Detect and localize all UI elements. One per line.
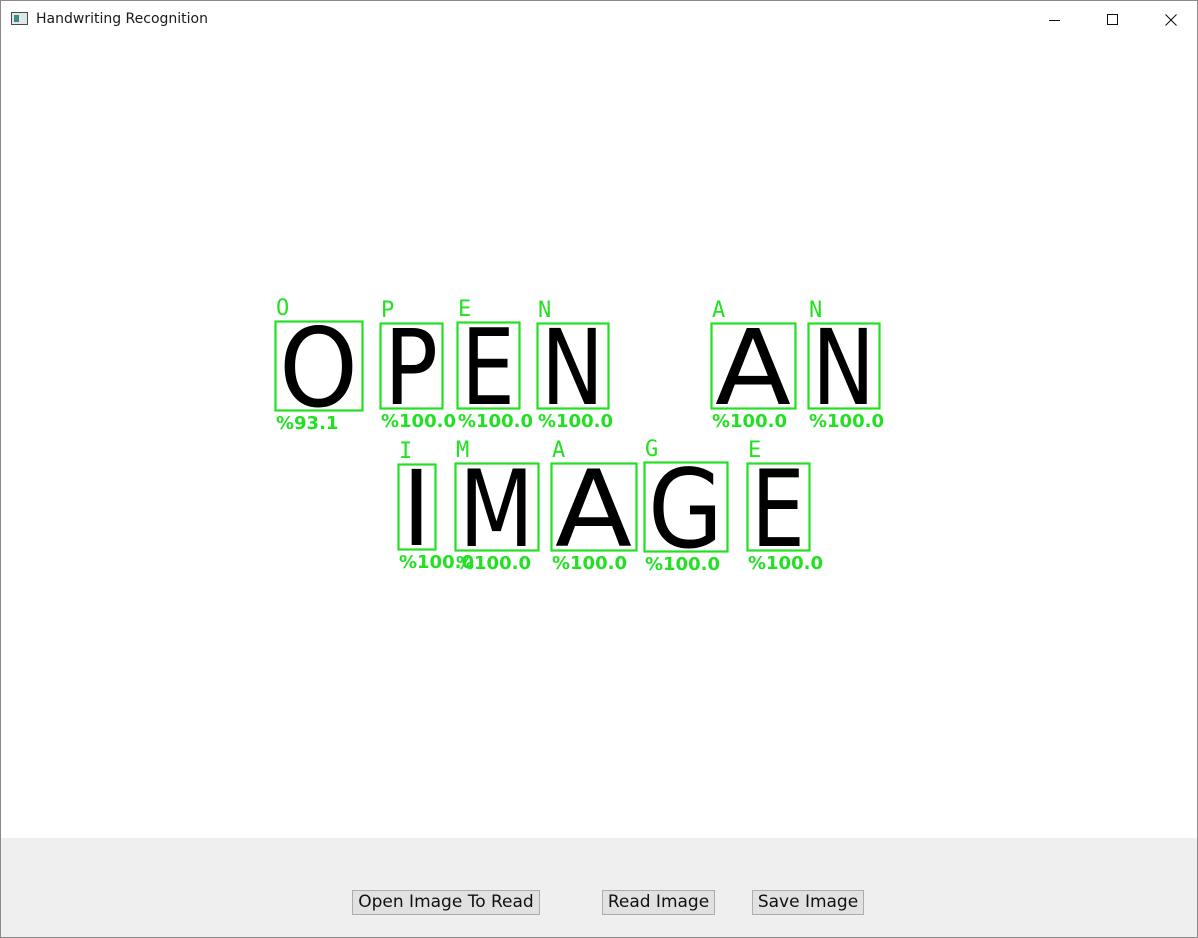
detected-letter: EE%100.0 xyxy=(746,438,823,574)
confidence-label: %100.0 xyxy=(809,411,884,432)
detected-letter: EE%100.0 xyxy=(456,297,533,432)
button-toolbar: Open Image To Read Read Image Save Image xyxy=(1,838,1197,937)
window-title: Handwriting Recognition xyxy=(36,11,208,27)
predicted-label: P xyxy=(381,298,394,323)
confidence-label: %100.0 xyxy=(458,411,533,432)
confidence-label: %100.0 xyxy=(552,553,627,574)
predicted-label: E xyxy=(748,438,761,463)
predicted-label: N xyxy=(538,298,551,323)
maximize-icon xyxy=(1107,14,1118,25)
predicted-label: O xyxy=(276,296,289,321)
confidence-label: %93.1 xyxy=(276,413,338,434)
minimize-icon xyxy=(1049,20,1060,21)
predicted-label: N xyxy=(809,298,822,323)
confidence-label: %100.0 xyxy=(381,411,456,432)
predicted-label: G xyxy=(645,437,658,462)
detected-letter: AA%100.0 xyxy=(550,438,638,574)
minimize-button[interactable] xyxy=(1026,1,1084,39)
predicted-label: A xyxy=(712,298,725,323)
maximize-button[interactable] xyxy=(1084,1,1142,39)
detected-letter: PP%100.0 xyxy=(379,298,456,432)
confidence-label: %100.0 xyxy=(645,554,720,575)
confidence-label: %100.0 xyxy=(748,553,823,574)
confidence-label: %100.0 xyxy=(712,411,787,432)
recognition-image: OO%93.1 PP%100.0 EE%100.0 NN%100.0 AA%100.0 N… xyxy=(274,296,884,575)
title-bar[interactable]: Handwriting Recognition xyxy=(1,1,1197,39)
app-window: Handwriting Recognition O O %93.1 P P %100.0 E… xyxy=(0,0,1198,938)
read-image-button[interactable]: Read Image xyxy=(602,890,715,915)
save-image-button[interactable]: Save Image xyxy=(752,890,864,915)
detected-letter: AA%100.0 xyxy=(710,298,797,432)
predicted-label: M xyxy=(456,438,469,463)
close-icon xyxy=(1165,14,1177,26)
detected-letter: NN%100.0 xyxy=(536,298,613,432)
predicted-label: E xyxy=(458,297,471,322)
detected-letter: GG%100.0 xyxy=(643,437,729,575)
detected-letter: MM%100.0 xyxy=(454,438,540,574)
image-canvas: O O %93.1 P P %100.0 E E %100.0 N N %100.0 A A %100.0 N… xyxy=(1,39,1197,838)
confidence-label: %100.0 xyxy=(456,553,531,574)
open-image-button[interactable]: Open Image To Read xyxy=(352,890,540,915)
predicted-label: A xyxy=(552,438,565,463)
close-button[interactable] xyxy=(1142,1,1198,39)
confidence-label: %100.0 xyxy=(538,411,613,432)
predicted-label: I xyxy=(399,439,412,464)
detected-letter: NN%100.0 xyxy=(807,298,884,432)
detected-letter: OO%93.1 xyxy=(274,296,364,434)
window-app-icon xyxy=(11,12,28,25)
